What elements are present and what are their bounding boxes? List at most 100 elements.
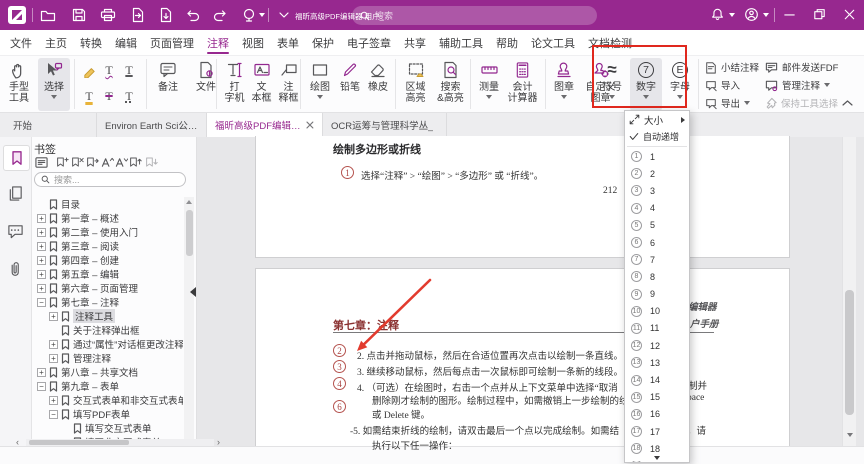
number-option[interactable]: 17 17 <box>625 423 689 440</box>
scroll-up-icon[interactable] <box>186 200 192 204</box>
select-tool-button[interactable]: 选择 <box>38 58 70 111</box>
expander-icon[interactable]: − <box>37 382 46 391</box>
bookmark-tree-item[interactable]: + 通过“属性”对话框更改注释外观 <box>34 337 183 351</box>
expander-icon[interactable] <box>37 200 46 209</box>
menu-tab[interactable]: 转换 <box>80 30 102 55</box>
file-attachment-comment-button[interactable]: 文件 <box>188 58 224 111</box>
bookmark-tree-item[interactable]: + 管理注释 <box>34 351 183 365</box>
bookmark-search[interactable] <box>34 172 186 187</box>
pencil-tool-button[interactable]: 铅笔 <box>336 58 364 111</box>
save-icon[interactable] <box>71 7 87 23</box>
bookmark-scrollbar[interactable] <box>184 197 194 440</box>
number-option[interactable]: 2 2 <box>625 165 689 182</box>
toolbar-more-icon[interactable] <box>276 7 292 23</box>
menu-scroll-down[interactable] <box>625 454 689 461</box>
number-option[interactable]: 8 8 <box>625 268 689 285</box>
delete-bookmark-icon[interactable] <box>71 156 85 170</box>
expander-icon[interactable]: + <box>49 354 58 363</box>
bookmark-tree-item[interactable]: − 第七章 – 注释 <box>34 295 183 309</box>
pages-panel-icon[interactable] <box>7 185 24 207</box>
menu-tab[interactable]: 文档检测 <box>588 30 632 55</box>
number-option[interactable]: 4 4 <box>625 200 689 217</box>
scroll-left-icon[interactable]: ‹ <box>16 437 19 447</box>
tab-foxit-user-manual[interactable]: 福昕高级PDF编辑器... <box>207 113 323 137</box>
area-highlight-button[interactable]: 区域 高亮 <box>399 58 432 111</box>
number-option[interactable]: 12 12 <box>625 337 689 354</box>
manage-comments-button[interactable]: 管理注释 <box>765 78 830 92</box>
bookmarks-panel-icon[interactable] <box>3 145 30 171</box>
textbox-button[interactable]: 文 本框 <box>248 58 275 111</box>
number-option[interactable]: 10 10 <box>625 303 689 320</box>
scrollbar-thumb[interactable] <box>845 290 854 415</box>
set-destination-icon[interactable] <box>86 156 100 170</box>
bookmark-tree-item[interactable]: − 填写PDF表单 <box>34 407 183 421</box>
bookmark-options-icon[interactable] <box>35 156 49 170</box>
collapse-ribbon-icon[interactable] <box>841 98 854 108</box>
draw-shapes-button[interactable]: 绘图 <box>305 58 335 111</box>
number-option[interactable]: 13 13 <box>625 354 689 371</box>
restore-window-icon[interactable] <box>812 7 828 23</box>
bookmark-tree-item[interactable]: + 第三章 – 阅读 <box>34 239 183 253</box>
expander-icon[interactable]: − <box>49 410 58 419</box>
add-bookmark-icon[interactable] <box>56 156 70 170</box>
typewriter-button[interactable]: 打 字机 <box>221 58 248 111</box>
expander-icon[interactable]: + <box>49 340 58 349</box>
menu-item-size[interactable]: 大小 <box>625 111 689 128</box>
accounting-calculator-button[interactable]: 会计 计算器 <box>504 58 541 111</box>
scrollbar-thumb[interactable] <box>29 440 129 445</box>
tab-ocr-document[interactable]: OCR运筹与管理科学丛_ <box>323 113 447 137</box>
menu-tab[interactable]: 保护 <box>312 30 334 55</box>
number-annotation-button[interactable]: 7 数字 <box>630 58 662 111</box>
bookmark-tree-item[interactable]: − 第九章 – 表单 <box>34 379 183 393</box>
import-comments-button[interactable]: 导入 <box>705 78 740 92</box>
measure-button[interactable]: 测量 <box>474 58 504 111</box>
menu-tab[interactable]: 电子签章 <box>347 30 391 55</box>
bookmark-tree-item[interactable]: + 交互式表单和非交互式表单 <box>34 393 183 407</box>
number-option[interactable]: 14 14 <box>625 371 689 388</box>
squiggly-underline-tool[interactable]: T <box>100 59 118 81</box>
bookmark-search-input[interactable] <box>54 175 174 185</box>
stamp-button[interactable]: 图章 <box>549 58 579 111</box>
highlight-underline-tool[interactable]: T <box>80 85 98 107</box>
symbol-annotation-button[interactable]: ≈ 符号 <box>597 58 627 111</box>
comments-panel-icon[interactable] <box>7 223 24 245</box>
keep-tool-selected-button[interactable]: 保持工具选择 <box>765 96 838 110</box>
number-option[interactable]: 3 3 <box>625 182 689 199</box>
number-option[interactable]: 5 5 <box>625 217 689 234</box>
expander-icon[interactable]: + <box>37 368 46 377</box>
promote-bookmark-icon[interactable] <box>129 156 143 170</box>
print-icon[interactable] <box>100 7 116 23</box>
menu-tab[interactable]: 页面管理 <box>150 30 194 55</box>
attachments-panel-icon[interactable] <box>7 261 24 283</box>
menu-tab[interactable]: 表单 <box>277 30 299 55</box>
tab-environ-earth-sci[interactable]: Environ Earth Sci公式.p... <box>97 113 207 137</box>
close-window-icon[interactable] <box>842 7 858 23</box>
red-arrow-annotation[interactable] <box>345 272 440 357</box>
scroll-right-icon[interactable]: › <box>217 437 220 447</box>
menu-tab[interactable]: 视图 <box>242 30 264 55</box>
account-caret-icon[interactable] <box>763 13 769 17</box>
note-comment-button[interactable]: 备注 <box>150 58 186 111</box>
menu-tab[interactable]: 文件 <box>10 30 32 55</box>
email-fdf-button[interactable]: 邮件发送FDF <box>765 60 838 74</box>
redo-icon[interactable] <box>212 7 228 23</box>
number-option[interactable]: 15 15 <box>625 389 689 406</box>
expander-icon[interactable] <box>49 326 58 335</box>
notifications-bell-icon[interactable] <box>710 7 726 23</box>
bookmark-h-scrollbar[interactable] <box>26 439 214 446</box>
menu-item-auto-increment[interactable]: 自动递增 <box>625 128 689 145</box>
notifications-caret-icon[interactable] <box>729 13 735 17</box>
undo-icon[interactable] <box>185 7 201 23</box>
document-scrollbar[interactable] <box>842 137 856 446</box>
bookmark-tree-item[interactable]: 目录 <box>34 197 183 211</box>
bookmark-tree-item[interactable]: 关于注释弹出框 <box>34 323 183 337</box>
expander-icon[interactable]: + <box>37 256 46 265</box>
quick-tool-icon[interactable] <box>241 7 257 23</box>
create-pdf-icon[interactable] <box>158 7 174 23</box>
number-option[interactable]: 1 1 <box>625 148 689 165</box>
number-option[interactable]: 11 11 <box>625 320 689 337</box>
bookmark-tree-item[interactable]: + 第二章 – 使用入门 <box>34 225 183 239</box>
number-option[interactable]: 16 16 <box>625 406 689 423</box>
menu-tab[interactable]: 论文工具 <box>531 30 575 55</box>
underline-tool[interactable]: T <box>120 59 138 81</box>
